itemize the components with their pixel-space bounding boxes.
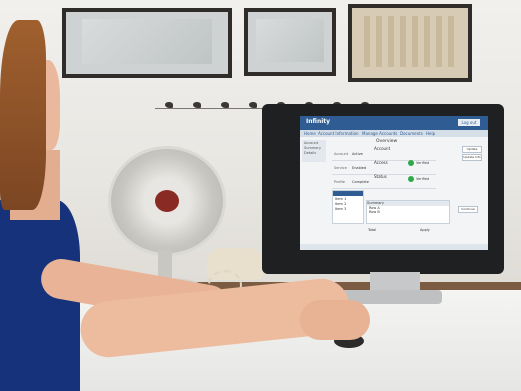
- sidebar-item[interactable]: Account: [304, 141, 324, 145]
- page-title: Overview: [376, 139, 398, 144]
- picture-frame-middle: [244, 8, 336, 76]
- sidebar-item[interactable]: Details: [304, 151, 324, 155]
- person-hair: [0, 20, 46, 210]
- sidebar: Account Summary Details: [302, 140, 326, 162]
- card-title: Account: [374, 146, 391, 151]
- monitor-screen: Infinity Log out Home Account Informatio…: [300, 116, 488, 250]
- card-value: Enabled: [352, 166, 367, 170]
- total-label: Total: [368, 228, 377, 232]
- check-icon: [408, 160, 414, 166]
- check-icon: [408, 176, 414, 182]
- update-button[interactable]: Update: [462, 146, 482, 153]
- card-label: Profile: [334, 180, 345, 184]
- card-title: Access: [374, 160, 388, 165]
- app-header: Infinity Log out: [300, 116, 488, 130]
- picture-frame-right: [348, 4, 472, 82]
- card-value: Active: [352, 152, 363, 156]
- card-label: Account: [334, 152, 349, 156]
- picture-frame-left: [62, 8, 232, 78]
- info-card-1: Account Account Active: [332, 146, 436, 161]
- status-label: Verified: [416, 161, 430, 165]
- selection-list: Item 1 Item 2 Item 3: [332, 190, 364, 224]
- nav-bar: Home Account Information Manage Accounts…: [300, 130, 488, 137]
- card-title: Status: [374, 174, 387, 179]
- fan-hub: [155, 190, 179, 212]
- nav-item-manage-accounts[interactable]: Manage Accounts: [362, 131, 397, 136]
- summary-table: Summary Row A Row B: [366, 200, 450, 224]
- card-label: Service: [334, 166, 347, 170]
- sidebar-item[interactable]: Summary: [304, 146, 324, 150]
- brand-logo: Infinity: [306, 118, 331, 125]
- update-info-button[interactable]: Update Info: [462, 154, 482, 161]
- continue-button[interactable]: Continue: [458, 206, 478, 213]
- card-value: Complete: [352, 180, 369, 184]
- person-hand: [300, 300, 370, 340]
- nav-item-account-info[interactable]: Account Information: [318, 131, 359, 136]
- apply-link[interactable]: Apply: [420, 228, 430, 232]
- list-item[interactable]: Item 2: [335, 202, 361, 206]
- list-item[interactable]: Item 3: [335, 207, 361, 211]
- status-label: Verified: [416, 177, 430, 181]
- nav-item-help[interactable]: Help: [426, 131, 435, 136]
- logout-button[interactable]: Log out: [458, 119, 480, 126]
- nav-item-home[interactable]: Home: [304, 131, 316, 136]
- app-footer: [300, 244, 488, 250]
- table-row: Row B: [369, 210, 380, 214]
- nav-item-documents[interactable]: Documents: [400, 131, 423, 136]
- list-item[interactable]: Item 1: [335, 197, 361, 201]
